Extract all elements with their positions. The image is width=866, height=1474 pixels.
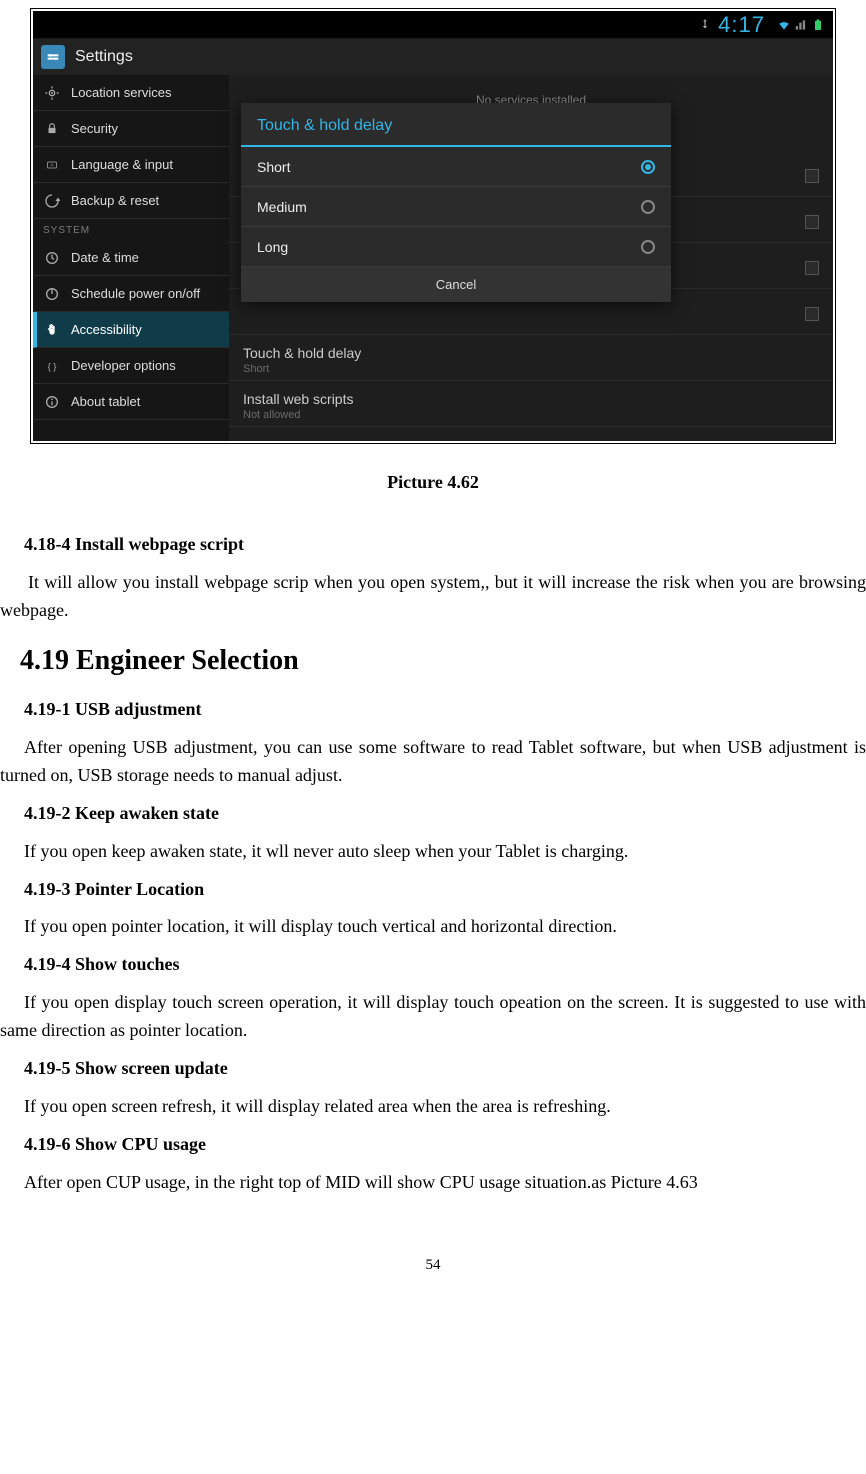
heading-4-19-6: 4.19-6 Show CPU usage bbox=[24, 1131, 866, 1159]
battery-icon bbox=[811, 18, 825, 32]
heading-4-19-5: 4.19-5 Show screen update bbox=[24, 1055, 866, 1083]
touch-hold-delay-dialog: Touch & hold delay Short Medium Long Can… bbox=[241, 103, 671, 302]
dialog-option-short[interactable]: Short bbox=[241, 147, 671, 187]
option-label: Short bbox=[257, 159, 290, 175]
radio-icon bbox=[641, 240, 655, 254]
sidebar-item-label: Date & time bbox=[71, 250, 139, 265]
braces-icon: { } bbox=[43, 357, 61, 375]
paragraph: If you open keep awaken state, it wll ne… bbox=[0, 838, 866, 866]
sidebar-item-label: Schedule power on/off bbox=[71, 286, 200, 301]
dialog-option-long[interactable]: Long bbox=[241, 227, 671, 267]
paragraph: After opening USB adjustment, you can us… bbox=[0, 734, 866, 790]
paragraph: If you open display touch screen operati… bbox=[0, 989, 866, 1045]
sidebar-item-label: Security bbox=[71, 121, 118, 136]
paragraph: After open CUP usage, in the right top o… bbox=[0, 1169, 866, 1197]
svg-text:A: A bbox=[50, 162, 53, 167]
paragraph: If you open pointer location, it will di… bbox=[0, 913, 866, 941]
sidebar-item-developer-options[interactable]: { } Developer options bbox=[33, 348, 229, 384]
svg-text:{ }: { } bbox=[48, 361, 57, 371]
panel-row-touch-hold[interactable]: Touch & hold delay Short bbox=[229, 335, 833, 381]
radio-icon bbox=[641, 200, 655, 214]
status-clock: 4:17 bbox=[718, 12, 765, 38]
figure-android-screenshot: 4:17 Settings bbox=[30, 8, 836, 444]
checkbox[interactable] bbox=[805, 307, 819, 321]
keyboard-icon: A bbox=[43, 156, 61, 174]
paragraph: It will allow you install webpage scrip … bbox=[0, 569, 866, 625]
hand-icon bbox=[43, 321, 61, 339]
heading-4-19: 4.19 Engineer Selection bbox=[20, 639, 866, 682]
heading-4-19-1: 4.19-1 USB adjustment bbox=[24, 696, 866, 724]
sidebar-item-label: Location services bbox=[71, 85, 171, 100]
dialog-title: Touch & hold delay bbox=[241, 103, 671, 145]
heading-4-18-4: 4.18-4 Install webpage script bbox=[24, 531, 866, 559]
checkbox[interactable] bbox=[805, 261, 819, 275]
row-secondary: Not allowed bbox=[243, 409, 353, 421]
location-icon bbox=[43, 84, 61, 102]
info-icon bbox=[43, 393, 61, 411]
sidebar-item-label: Backup & reset bbox=[71, 193, 159, 208]
app-title: Settings bbox=[75, 48, 133, 66]
page-number: 54 bbox=[0, 1257, 866, 1274]
status-bar: 4:17 bbox=[33, 11, 833, 39]
dialog-option-medium[interactable]: Medium bbox=[241, 187, 671, 227]
figure-caption: Picture 4.62 bbox=[0, 472, 866, 493]
sidebar-item-label: Language & input bbox=[71, 157, 173, 172]
tablet-screen: 4:17 Settings bbox=[33, 11, 833, 441]
signal-icons bbox=[777, 18, 825, 32]
heading-4-19-2: 4.19-2 Keep awaken state bbox=[24, 800, 866, 828]
sidebar-section-header: SYSTEM bbox=[33, 219, 229, 240]
settings-sidebar: Location services Security A Language & … bbox=[33, 75, 229, 441]
power-icon bbox=[43, 285, 61, 303]
usb-icon bbox=[698, 18, 712, 32]
sidebar-item-language-input[interactable]: A Language & input bbox=[33, 147, 229, 183]
sidebar-item-location-services[interactable]: Location services bbox=[33, 75, 229, 111]
wifi-icon bbox=[777, 18, 791, 32]
heading-4-19-4: 4.19-4 Show touches bbox=[24, 951, 866, 979]
heading-4-19-3: 4.19-3 Pointer Location bbox=[24, 876, 866, 904]
lock-icon bbox=[43, 120, 61, 138]
sidebar-item-label: About tablet bbox=[71, 394, 140, 409]
option-label: Long bbox=[257, 239, 288, 255]
option-label: Medium bbox=[257, 199, 307, 215]
row-secondary: Short bbox=[243, 363, 361, 375]
paragraph: If you open screen refresh, it will disp… bbox=[0, 1093, 866, 1121]
backup-icon bbox=[43, 192, 61, 210]
app-title-bar: Settings bbox=[33, 39, 833, 75]
row-primary: Touch & hold delay bbox=[243, 345, 361, 361]
sidebar-item-about-tablet[interactable]: About tablet bbox=[33, 384, 229, 420]
document-body: 4.18-4 Install webpage script It will al… bbox=[0, 531, 866, 1197]
sidebar-item-backup-reset[interactable]: Backup & reset bbox=[33, 183, 229, 219]
settings-app-icon bbox=[41, 45, 65, 69]
radio-selected-icon bbox=[641, 160, 655, 174]
sidebar-item-schedule-power[interactable]: Schedule power on/off bbox=[33, 276, 229, 312]
sidebar-item-security[interactable]: Security bbox=[33, 111, 229, 147]
sidebar-item-label: Developer options bbox=[71, 358, 176, 373]
checkbox[interactable] bbox=[805, 169, 819, 183]
cell-signal-icon bbox=[794, 18, 808, 32]
sidebar-item-accessibility[interactable]: Accessibility bbox=[33, 312, 229, 348]
sidebar-item-label: Accessibility bbox=[71, 322, 142, 337]
row-primary: Install web scripts bbox=[243, 391, 353, 407]
clock-icon bbox=[43, 249, 61, 267]
dialog-cancel-button[interactable]: Cancel bbox=[241, 267, 671, 302]
sidebar-item-date-time[interactable]: Date & time bbox=[33, 240, 229, 276]
panel-row-install-web-scripts[interactable]: Install web scripts Not allowed bbox=[229, 381, 833, 427]
checkbox[interactable] bbox=[805, 215, 819, 229]
